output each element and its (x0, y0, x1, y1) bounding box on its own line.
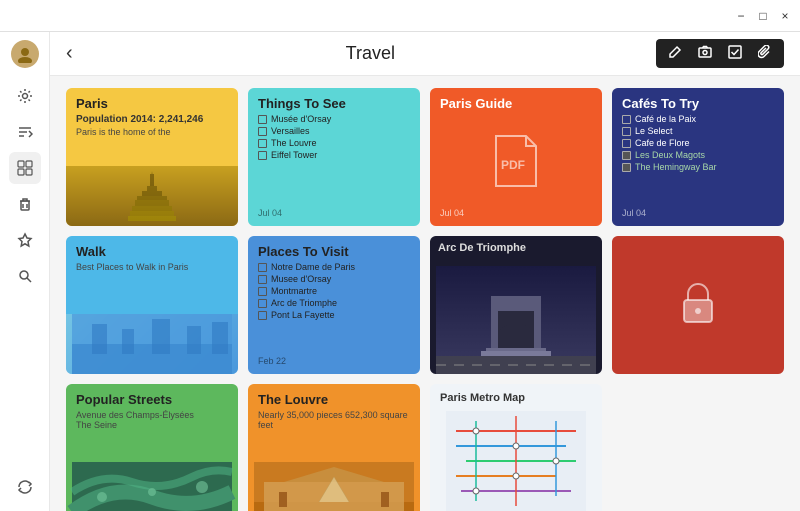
card-paris-image (66, 166, 238, 226)
header-actions (656, 39, 784, 68)
card-paris-guide[interactable]: Paris Guide PDF Jul 04 (430, 88, 602, 226)
card-cafes-title: Cafés To Try (622, 96, 774, 111)
checklist-item: Café de la Paix (622, 114, 774, 124)
checkbox (258, 139, 267, 148)
card-streets-title: Popular Streets (76, 392, 228, 407)
card-date: Feb 22 (258, 356, 410, 366)
checklist-item: Versailles (258, 126, 410, 136)
sidebar-settings-icon[interactable] (9, 80, 41, 112)
card-things-to-see[interactable]: Things To See Musée d'Orsay Versailles T… (248, 88, 420, 226)
checklist-item: Notre Dame de Paris (258, 262, 410, 272)
checkbox (258, 127, 267, 136)
card-arc-title: Arc De Triomphe (438, 242, 594, 254)
maximize-button[interactable]: □ (756, 9, 770, 23)
back-button[interactable]: ‹ (66, 42, 73, 65)
checklist-item: Montmartre (258, 286, 410, 296)
card-metro-title: Paris Metro Map (440, 392, 592, 404)
checklist-item: Musée d'Orsay (258, 114, 410, 124)
card-metro[interactable]: Paris Metro Map (430, 384, 602, 511)
checkbox (258, 151, 267, 160)
checklist-item: Cafe de Flore (622, 138, 774, 148)
attach-icon[interactable] (754, 43, 776, 64)
checkbox (622, 127, 631, 136)
title-bar: − □ × (0, 0, 800, 32)
page-title: Travel (85, 43, 656, 64)
checkbox (258, 275, 267, 284)
card-locked[interactable] (612, 236, 784, 374)
checklist-item: Musee d'Orsay (258, 274, 410, 284)
card-streets-line1: Avenue des Champs-Élysées (76, 410, 228, 420)
checkbox (622, 139, 631, 148)
card-places[interactable]: Places To Visit Notre Dame de Paris Muse… (248, 236, 420, 374)
card-louvre-title: The Louvre (258, 392, 410, 407)
checkbox (258, 299, 267, 308)
sidebar-sync-icon[interactable] (9, 471, 41, 503)
card-paris[interactable]: Paris Population 2014: 2,241,246 Paris i… (66, 88, 238, 226)
card-things-title: Things To See (258, 96, 410, 111)
avatar[interactable] (11, 40, 39, 68)
card-walk-text: Best Places to Walk in Paris (76, 262, 228, 272)
card-paris-text: Paris is the home of the (76, 127, 228, 137)
pdf-icon-container: PDF (440, 114, 592, 208)
cards-container: Paris Population 2014: 2,241,246 Paris i… (50, 76, 800, 511)
card-walk-image (66, 314, 238, 374)
card-walk-title: Walk (76, 244, 228, 259)
edit-icon[interactable] (664, 43, 686, 64)
minimize-button[interactable]: − (734, 9, 748, 23)
card-louvre[interactable]: The Louvre Nearly 35,000 pieces 652,300 … (248, 384, 420, 511)
checkbox-checked (622, 151, 631, 160)
checkbox (258, 311, 267, 320)
card-walk[interactable]: Walk Best Places to Walk in Paris (66, 236, 238, 374)
sidebar-sort-icon[interactable] (9, 116, 41, 148)
check-icon[interactable] (724, 43, 746, 64)
card-places-title: Places To Visit (258, 244, 410, 259)
card-arc-image (430, 266, 602, 374)
card-streets-line2: The Seine (76, 420, 228, 430)
main-content: ‹ Travel (50, 32, 800, 511)
app-layout: ‹ Travel (0, 32, 800, 511)
sidebar (0, 32, 50, 511)
checklist-item: Les Deux Magots (622, 150, 774, 160)
cards-grid: Paris Population 2014: 2,241,246 Paris i… (66, 88, 784, 511)
close-button[interactable]: × (778, 9, 792, 23)
card-arc[interactable]: Arc De Triomphe (430, 236, 602, 374)
checkbox (258, 263, 267, 272)
card-date: Jul 04 (258, 208, 410, 218)
checklist-item: The Hemingway Bar (622, 162, 774, 172)
lock-icon (676, 278, 720, 333)
window-controls: − □ × (734, 9, 792, 23)
card-cafes[interactable]: Cafés To Try Café de la Paix Le Select C… (612, 88, 784, 226)
checklist-item: Eiffel Tower (258, 150, 410, 160)
header: ‹ Travel (50, 32, 800, 76)
card-paris-subtitle: Population 2014: 2,241,246 (76, 114, 228, 125)
card-streets-image (66, 462, 238, 511)
card-paris-title: Paris (76, 96, 228, 111)
svg-text:PDF: PDF (501, 158, 525, 172)
card-date: Jul 04 (440, 208, 592, 218)
checkbox-checked (622, 163, 631, 172)
sidebar-search-icon[interactable] (9, 260, 41, 292)
sidebar-cards-icon[interactable] (9, 152, 41, 184)
checkbox (258, 115, 267, 124)
card-louvre-image (248, 462, 420, 511)
checklist-item: The Louvre (258, 138, 410, 148)
sidebar-trash-icon[interactable] (9, 188, 41, 220)
card-popular-streets[interactable]: Popular Streets Avenue des Champs-Élysée… (66, 384, 238, 511)
card-paris-guide-title: Paris Guide (440, 96, 592, 111)
card-louvre-text: Nearly 35,000 pieces 652,300 square feet (258, 410, 410, 430)
photo-icon[interactable] (694, 43, 716, 64)
checkbox (258, 287, 267, 296)
checklist-item: Le Select (622, 126, 774, 136)
sidebar-star-icon[interactable] (9, 224, 41, 256)
checklist-item: Pont La Fayette (258, 310, 410, 320)
card-date: Jul 04 (622, 208, 774, 218)
metro-map-image (440, 411, 592, 511)
checklist-item: Arc de Triomphe (258, 298, 410, 308)
checkbox (622, 115, 631, 124)
